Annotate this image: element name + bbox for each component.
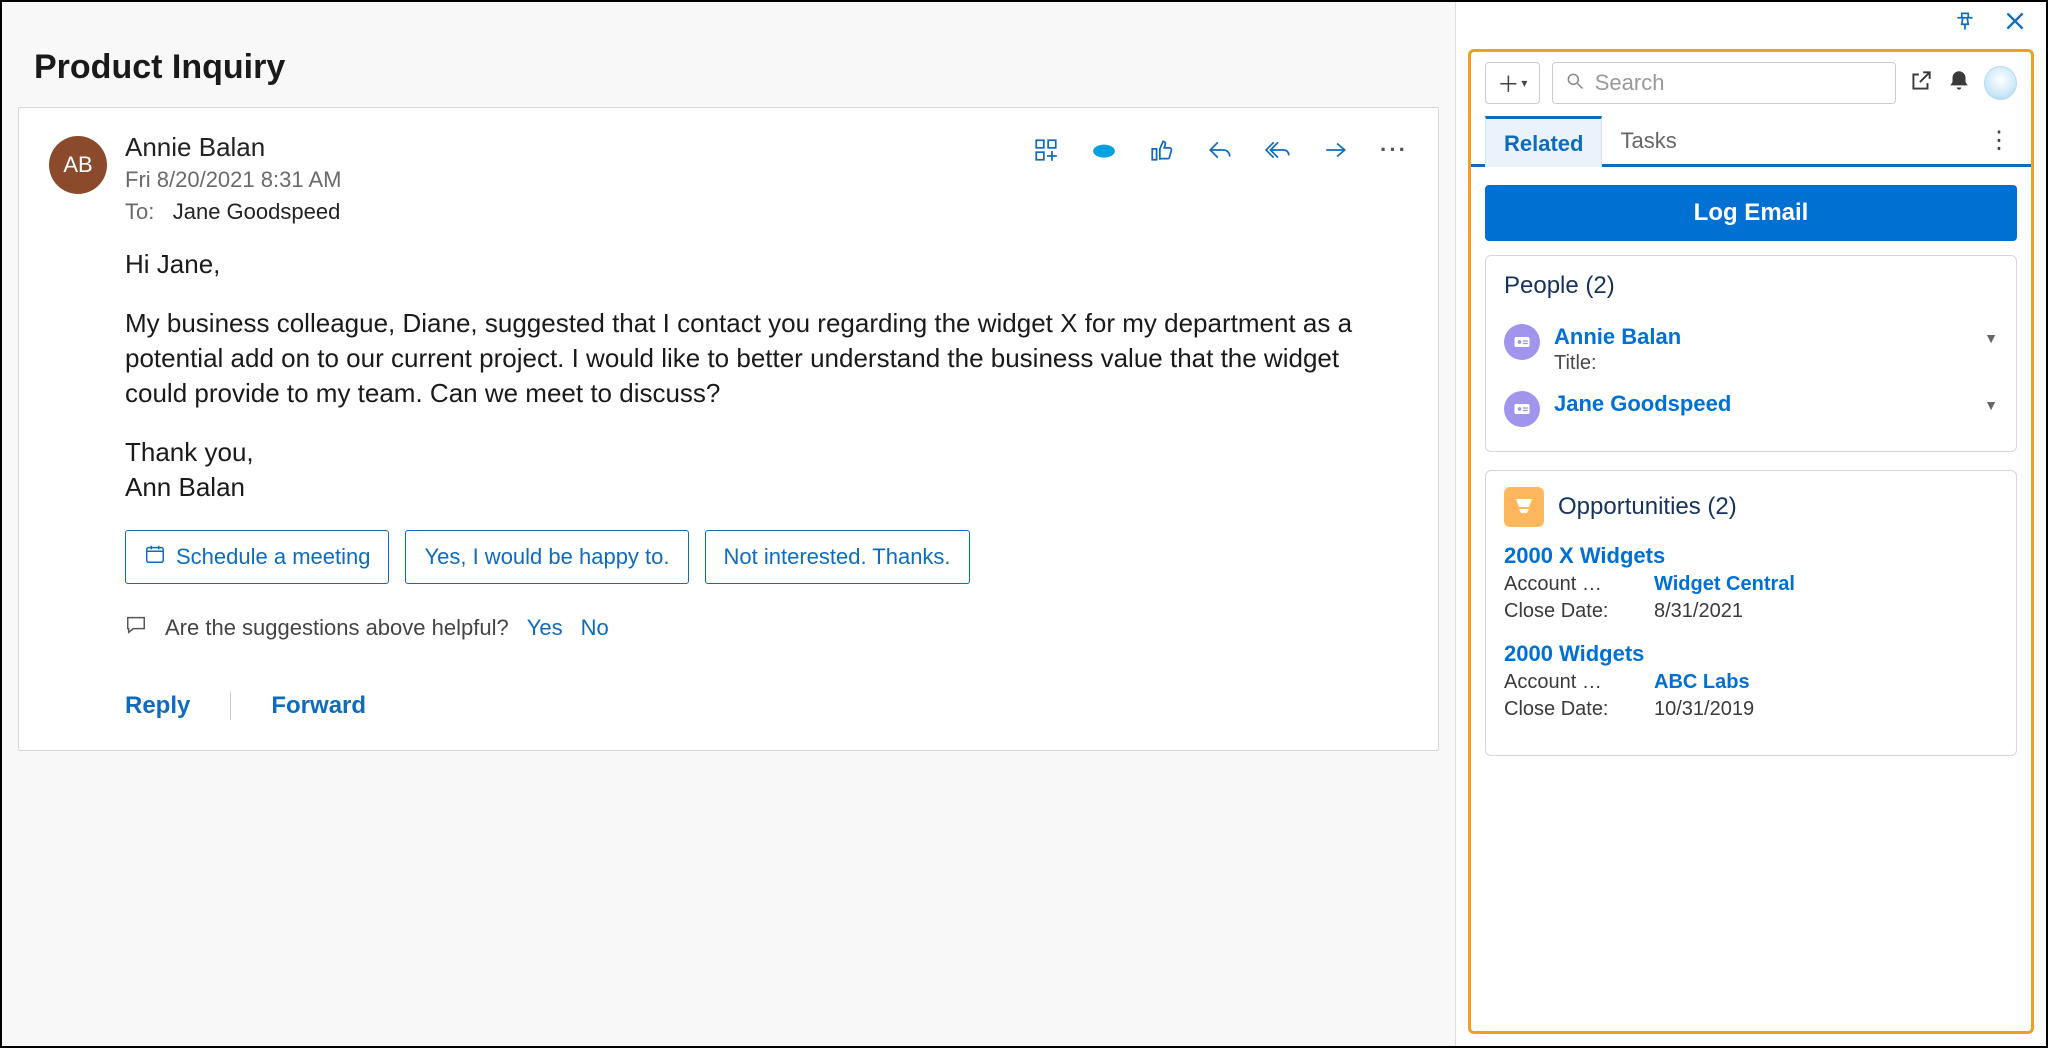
recipient-name: Jane Goodspeed — [173, 199, 341, 224]
feedback-yes[interactable]: Yes — [527, 615, 563, 641]
reply-all-icon[interactable] — [1264, 136, 1292, 164]
tab-tasks[interactable]: Tasks — [1602, 116, 1694, 164]
email-header: AB Annie Balan Fri 8/20/2021 8:31 AM To:… — [49, 132, 1408, 225]
salesforce-icon[interactable] — [1090, 136, 1118, 164]
contact-icon — [1504, 391, 1540, 427]
opportunity-item: 2000 Widgets Account … ABC Labs Close Da… — [1504, 641, 1998, 721]
person-info: Annie Balan Title: — [1554, 324, 1970, 375]
separator — [230, 692, 231, 720]
chevron-down-icon: ▾ — [1521, 76, 1527, 90]
contact-icon — [1504, 324, 1540, 360]
reply-no-button[interactable]: Not interested. Thanks. — [705, 530, 970, 584]
account-link[interactable]: Widget Central — [1654, 573, 1795, 596]
reply-no-label: Not interested. Thanks. — [724, 544, 951, 570]
plus-icon: ＋ — [1497, 67, 1519, 99]
search-wrap[interactable] — [1552, 62, 1896, 104]
header-actions: ··· — [1032, 132, 1408, 164]
reply-button[interactable]: Reply — [125, 692, 190, 720]
close-date: 8/31/2021 — [1654, 600, 1743, 623]
people-heading: People (2) — [1504, 272, 1998, 300]
sender-block: Annie Balan Fri 8/20/2021 8:31 AM To: Ja… — [125, 132, 1014, 225]
opportunity-name-link[interactable]: 2000 Widgets — [1504, 641, 1998, 667]
opportunities-heading: Opportunities (2) — [1504, 487, 1998, 527]
pin-icon[interactable] — [1952, 8, 1978, 39]
apps-icon[interactable] — [1032, 136, 1060, 164]
expand-icon[interactable]: ▼ — [1984, 391, 1998, 413]
astro-avatar[interactable] — [1984, 66, 2017, 100]
opportunity-item: 2000 X Widgets Account … Widget Central … — [1504, 543, 1998, 623]
tab-related[interactable]: Related — [1485, 116, 1602, 167]
side-top-icons — [1456, 2, 2046, 49]
search-input[interactable] — [1595, 70, 1883, 96]
person-title: Title: — [1554, 352, 1970, 375]
body-main: My business colleague, Diane, suggested … — [125, 306, 1408, 411]
schedule-meeting-button[interactable]: Schedule a meeting — [125, 530, 389, 584]
recipient-line: To: Jane Goodspeed — [125, 199, 1014, 225]
feedback-no[interactable]: No — [581, 615, 609, 641]
people-section: People (2) Annie Balan Title: ▼ — [1485, 255, 2017, 452]
opportunity-account-line: Account … ABC Labs — [1504, 671, 1998, 694]
side-inner: ＋ ▾ Related Tasks ⋮ Log Email — [1468, 49, 2034, 1034]
account-link[interactable]: ABC Labs — [1654, 671, 1750, 694]
email-card: AB Annie Balan Fri 8/20/2021 8:31 AM To:… — [18, 107, 1439, 751]
log-email-button[interactable]: Log Email — [1485, 185, 2017, 241]
calendar-icon — [144, 543, 166, 571]
close-icon[interactable] — [2002, 8, 2028, 39]
schedule-label: Schedule a meeting — [176, 544, 370, 570]
opportunities-section: Opportunities (2) 2000 X Widgets Account… — [1485, 470, 2017, 756]
reply-yes-button[interactable]: Yes, I would be happy to. — [405, 530, 688, 584]
opportunity-name-link[interactable]: 2000 X Widgets — [1504, 543, 1998, 569]
person-row: Annie Balan Title: ▼ — [1504, 316, 1998, 383]
more-icon[interactable]: ··· — [1380, 136, 1408, 164]
expand-icon[interactable]: ▼ — [1984, 324, 1998, 346]
like-icon[interactable] — [1148, 136, 1176, 164]
person-info: Jane Goodspeed — [1554, 391, 1970, 417]
to-label: To: — [125, 199, 154, 224]
opportunity-close-line: Close Date: 10/31/2019 — [1504, 698, 1998, 721]
comment-icon — [125, 614, 147, 642]
feedback-line: Are the suggestions above helpful? Yes N… — [49, 614, 1408, 642]
forward-icon[interactable] — [1322, 136, 1350, 164]
email-body: Hi Jane, My business colleague, Diane, s… — [49, 247, 1408, 506]
forward-button[interactable]: Forward — [271, 692, 366, 720]
bell-icon[interactable] — [1946, 68, 1972, 99]
tabs-row: Related Tasks ⋮ — [1471, 116, 2031, 167]
email-pane: Product Inquiry AB Annie Balan Fri 8/20/… — [2, 2, 1456, 1046]
search-icon — [1565, 71, 1585, 96]
person-row: Jane Goodspeed ▼ — [1504, 383, 1998, 435]
sender-avatar: AB — [49, 136, 107, 194]
page-title: Product Inquiry — [34, 48, 1445, 87]
body-greeting: Hi Jane, — [125, 247, 1408, 282]
tool-row: ＋ ▾ — [1471, 62, 2031, 116]
reply-yes-label: Yes, I would be happy to. — [424, 544, 669, 570]
sender-name: Annie Balan — [125, 132, 1014, 163]
close-date: 10/31/2019 — [1654, 698, 1754, 721]
reply-icon[interactable] — [1206, 136, 1234, 164]
opportunity-icon — [1504, 487, 1544, 527]
side-panel: ＋ ▾ Related Tasks ⋮ Log Email — [1456, 2, 2046, 1046]
add-button[interactable]: ＋ ▾ — [1485, 62, 1540, 104]
reply-row: Reply Forward — [49, 692, 1408, 720]
smart-replies: Schedule a meeting Yes, I would be happy… — [49, 530, 1408, 584]
tab-menu-icon[interactable]: ⋮ — [1987, 126, 2017, 155]
body-signoff: Thank you, Ann Balan — [125, 435, 1408, 505]
opportunity-account-line: Account … Widget Central — [1504, 573, 1998, 596]
opportunity-close-line: Close Date: 8/31/2021 — [1504, 600, 1998, 623]
person-name-link[interactable]: Jane Goodspeed — [1554, 391, 1970, 417]
feedback-prompt: Are the suggestions above helpful? — [165, 615, 509, 641]
open-external-icon[interactable] — [1908, 68, 1934, 99]
person-name-link[interactable]: Annie Balan — [1554, 324, 1970, 350]
email-date: Fri 8/20/2021 8:31 AM — [125, 167, 1014, 193]
